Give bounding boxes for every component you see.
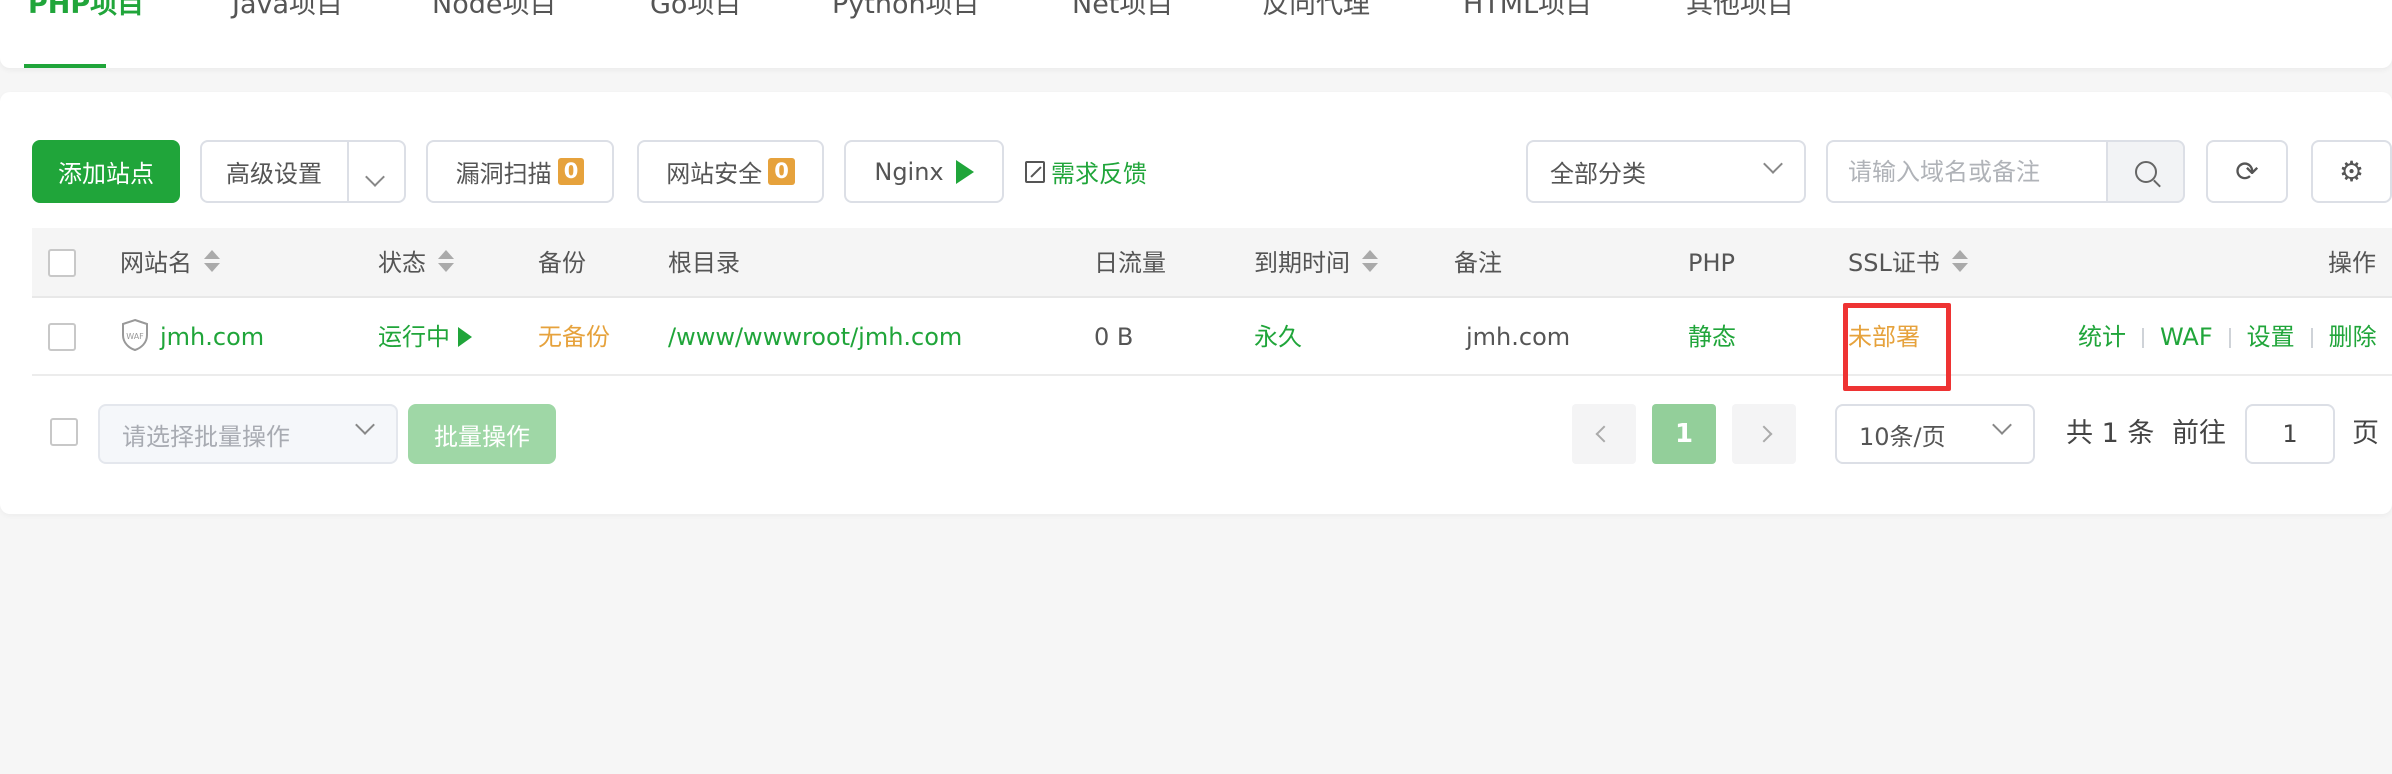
page-unit: 页 (2352, 418, 2379, 449)
goto-page-input[interactable] (2245, 404, 2335, 464)
search-icon (2134, 160, 2157, 183)
traffic-value: 0 B (1094, 323, 1134, 351)
sort-icon (1951, 250, 1968, 274)
row-actions: 统计 WAF 设置 删除 (2078, 298, 2377, 376)
advanced-settings-label: 高级设置 (226, 160, 322, 188)
search-input[interactable] (1826, 140, 2108, 203)
column-header-backup: 备份 (538, 249, 586, 277)
page-size-value: 10条/页 (1859, 422, 1946, 451)
edit-icon (1025, 160, 1045, 183)
add-site-button[interactable]: 添加站点 (32, 140, 180, 203)
page-number[interactable]: 1 (1652, 404, 1716, 464)
tab-php[interactable]: PHP项目 (28, 0, 144, 22)
page-size-select[interactable]: 10条/页 (1835, 404, 2035, 464)
select-all-checkbox[interactable] (48, 249, 76, 277)
tab-node[interactable]: Node项目 (432, 0, 556, 22)
search-button[interactable] (2106, 140, 2185, 203)
vuln-count-badge: 0 (557, 158, 585, 185)
tab-go[interactable]: Go项目 (650, 0, 741, 22)
column-header-remark: 备注 (1454, 249, 1502, 277)
active-tab-indicator (24, 64, 106, 68)
backup-link[interactable]: 无备份 (538, 298, 610, 376)
project-tabs: PHP项目 Java项目 Node项目 Go项目 Python项目 Net项目 … (0, 0, 2392, 68)
waf-shield-icon: WAF (122, 318, 148, 352)
ssl-highlight-box (1843, 303, 1951, 391)
svg-text:WAF: WAF (126, 332, 144, 341)
refresh-button[interactable]: ⟳ (2206, 140, 2288, 203)
row-checkbox[interactable] (48, 323, 76, 351)
tab-java[interactable]: Java项目 (232, 0, 343, 22)
gear-icon: ⚙ (2338, 155, 2365, 188)
goto-label: 前往 (2172, 418, 2226, 449)
tab-net[interactable]: Net项目 (1072, 0, 1173, 22)
waf-link[interactable]: WAF (2160, 323, 2213, 351)
tab-html[interactable]: HTML项目 (1463, 0, 1592, 22)
column-header-actions: 操作 (2328, 249, 2376, 277)
action-divider (2310, 328, 2313, 348)
sort-icon (204, 250, 220, 274)
batch-operation-select[interactable]: 请选择批量操作 (98, 404, 398, 464)
delete-link[interactable]: 删除 (2329, 323, 2377, 351)
sort-icon (1362, 250, 1378, 274)
site-security-label: 网站安全 (666, 160, 763, 188)
column-header-status[interactable]: 状态 (378, 228, 454, 298)
footer-select-all-checkbox[interactable] (50, 418, 78, 446)
chevron-right-icon (1755, 425, 1773, 443)
vuln-scan-button[interactable]: 漏洞扫描 0 (426, 140, 614, 203)
root-dir-link[interactable]: /www/wwwroot/jmh.com (668, 298, 962, 376)
feedback-link[interactable]: 需求反馈 (1025, 140, 1147, 203)
expire-link[interactable]: 永久 (1254, 298, 1302, 376)
feedback-label: 需求反馈 (1051, 160, 1147, 188)
chevron-left-icon (1595, 425, 1613, 443)
settings-link[interactable]: 设置 (2247, 323, 2295, 351)
play-icon (458, 327, 472, 347)
site-list-panel: 添加站点 高级设置 漏洞扫描 0 网站安全 0 Nginx 需求反馈 全部分类 … (0, 92, 2392, 514)
column-header-root: 根目录 (668, 249, 740, 277)
advanced-settings-dropdown[interactable]: 高级设置 (200, 140, 406, 203)
column-header-expire[interactable]: 到期时间 (1254, 228, 1378, 298)
status-label: 运行中 (378, 323, 450, 351)
batch-placeholder: 请选择批量操作 (122, 422, 290, 451)
column-header-name[interactable]: 网站名 (120, 228, 220, 298)
table-row: WAF jmh.com 运行中 无备份 /www/wwwroot/jmh.com… (32, 298, 2392, 376)
sort-icon (438, 250, 454, 274)
column-header-traffic: 日流量 (1094, 249, 1166, 277)
category-value: 全部分类 (1550, 160, 1646, 188)
action-divider (2142, 328, 2144, 348)
site-security-button[interactable]: 网站安全 0 (637, 140, 824, 203)
security-count-badge: 0 (768, 158, 795, 185)
play-icon (955, 159, 974, 184)
action-divider (2228, 328, 2231, 348)
table-header: 网站名 状态 备份 根目录 日流量 到期时间 备注 PHP SSL证书 操作 (32, 228, 2392, 298)
chevron-down-icon (1763, 154, 1783, 174)
dropdown-divider (347, 142, 349, 201)
tab-reverse-proxy[interactable]: 反向代理 (1262, 0, 1370, 22)
vuln-scan-label: 漏洞扫描 (455, 160, 552, 188)
column-header-ssl[interactable]: SSL证书 (1848, 228, 1968, 298)
chevron-down-icon (355, 415, 375, 435)
chevron-down-icon[interactable] (365, 162, 385, 190)
chevron-down-icon (1992, 415, 2012, 435)
php-version-link[interactable]: 静态 (1688, 298, 1736, 376)
site-name-link[interactable]: jmh.com (160, 323, 264, 351)
remark-field[interactable]: jmh.com (1466, 298, 1570, 376)
nginx-button[interactable]: Nginx (844, 140, 1004, 203)
tab-python[interactable]: Python项目 (832, 0, 980, 22)
stats-link[interactable]: 统计 (2078, 323, 2126, 351)
total-count: 共 1 条 (2066, 418, 2155, 449)
next-page-button[interactable] (1732, 404, 1796, 464)
category-select[interactable]: 全部分类 (1526, 140, 1806, 203)
refresh-icon: ⟳ (2235, 155, 2259, 188)
column-header-php: PHP (1688, 249, 1735, 277)
nginx-label: Nginx (874, 157, 944, 186)
status-toggle[interactable]: 运行中 (378, 298, 472, 376)
tab-other[interactable]: 其他项目 (1686, 0, 1794, 22)
batch-operation-button[interactable]: 批量操作 (408, 404, 556, 464)
settings-button[interactable]: ⚙ (2311, 140, 2392, 203)
prev-page-button[interactable] (1572, 404, 1636, 464)
